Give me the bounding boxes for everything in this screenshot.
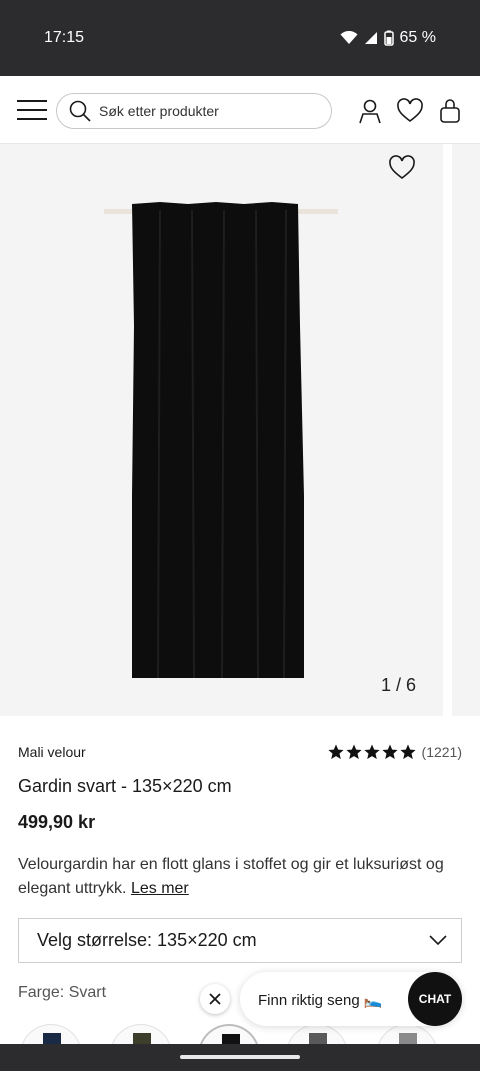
chat-button[interactable]: CHAT xyxy=(408,972,462,1026)
add-to-favorites-icon[interactable] xyxy=(388,154,416,180)
star-icon xyxy=(327,744,344,759)
read-more-link[interactable]: Les mer xyxy=(131,880,189,897)
status-icons: 65 % xyxy=(340,29,436,47)
system-nav-bar xyxy=(0,1044,480,1071)
size-select[interactable]: Velg størrelse: 135×220 cm xyxy=(18,918,462,963)
cart-bag-icon[interactable] xyxy=(437,98,463,124)
signal-icon xyxy=(364,32,377,44)
account-icon[interactable] xyxy=(357,98,383,124)
product-description: Velourgardin har en flott glans i stoffe… xyxy=(18,853,468,901)
star-icon xyxy=(381,744,398,759)
review-count: (1221) xyxy=(421,744,462,760)
product-image-curtain xyxy=(104,202,338,679)
product-title: Gardin svart - 135×220 cm xyxy=(18,776,232,796)
color-swatches xyxy=(20,1024,460,1064)
hamburger-menu-icon[interactable] xyxy=(16,96,48,124)
product-brand: Mali velour xyxy=(18,744,86,760)
search-icon xyxy=(69,100,91,122)
next-image-peek[interactable] xyxy=(452,144,480,716)
product-rating[interactable]: (1221) xyxy=(327,744,462,760)
battery-icon xyxy=(383,30,394,46)
home-gesture-handle[interactable] xyxy=(180,1055,300,1059)
chevron-down-icon xyxy=(429,935,447,946)
color-label: Farge: xyxy=(18,984,65,1001)
close-icon xyxy=(209,993,221,1005)
site-header: Søk etter produkter xyxy=(0,76,480,144)
wifi-icon xyxy=(340,31,358,44)
gallery-counter: 1 / 6 xyxy=(381,675,417,695)
status-time: 17:15 xyxy=(44,29,85,46)
color-label-row: Farge: Svart xyxy=(18,984,106,1002)
size-select-value: Velg størrelse: 135×220 cm xyxy=(37,930,257,950)
search-placeholder: Søk etter produkter xyxy=(99,103,219,119)
wishlist-heart-icon[interactable] xyxy=(397,98,423,124)
description-text: Velourgardin har en flott glans i stoffe… xyxy=(18,856,444,897)
star-icon xyxy=(363,744,380,759)
star-icon xyxy=(399,744,416,759)
star-icon xyxy=(345,744,362,759)
status-bar: 17:15 65 % xyxy=(0,0,480,76)
chat-close-button[interactable] xyxy=(200,984,230,1014)
product-price: 499,90 kr xyxy=(18,812,96,832)
search-input[interactable]: Søk etter produkter xyxy=(56,93,332,129)
color-value: Svart xyxy=(68,984,107,1001)
battery-percent: 65 % xyxy=(399,29,436,46)
chat-prompt-text: Finn riktig seng 🛌 xyxy=(258,992,383,1009)
